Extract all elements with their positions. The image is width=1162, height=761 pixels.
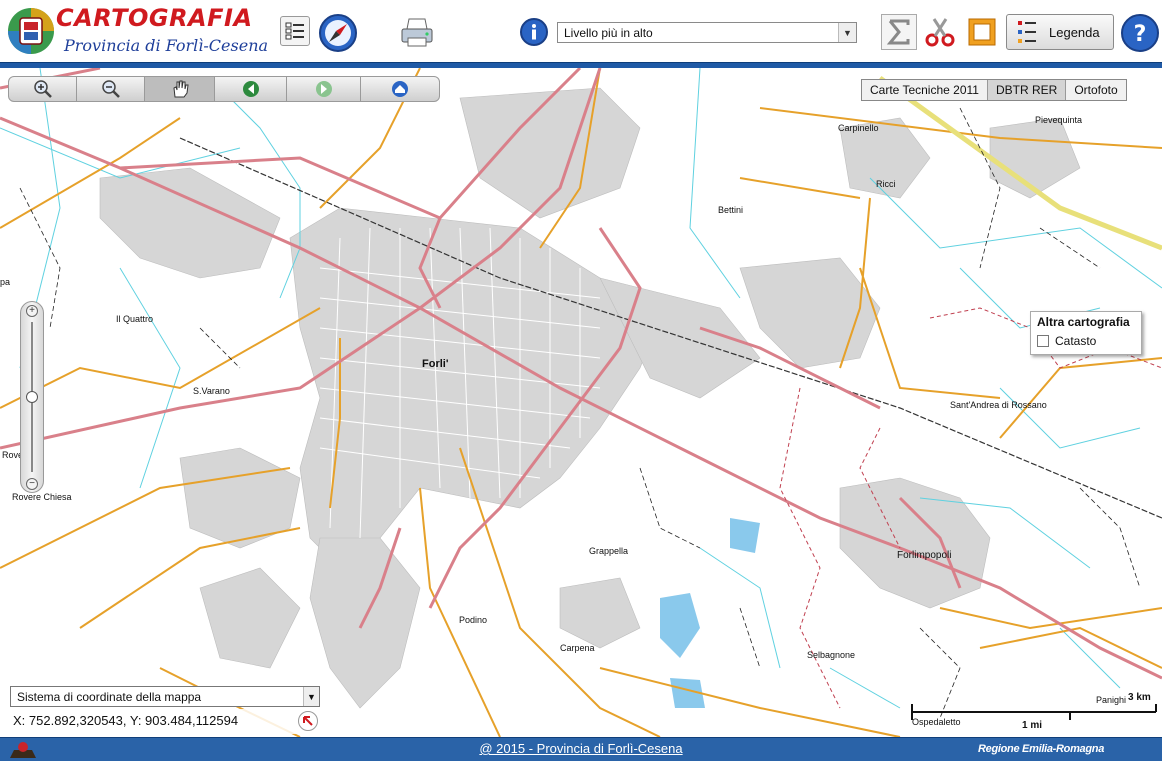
- zoom-out-button[interactable]: [77, 77, 145, 101]
- zoom-out-icon: [101, 80, 120, 98]
- catasto-option[interactable]: Catasto: [1037, 334, 1135, 348]
- back-icon: [242, 81, 259, 97]
- compass-icon: [319, 14, 357, 52]
- place-label: Carpinello: [838, 123, 879, 133]
- svg-text:?: ?: [1134, 22, 1147, 47]
- level-select-value: Livello più in alto: [564, 26, 653, 40]
- place-label: Il Quattro: [116, 314, 154, 324]
- sum-button[interactable]: [881, 14, 917, 50]
- arrow-up-left-icon: [303, 716, 313, 726]
- tab-dbtr-rer[interactable]: DBTR RER: [987, 80, 1067, 100]
- help-button[interactable]: ?: [1119, 12, 1161, 54]
- legend-button[interactable]: Legenda: [1006, 14, 1114, 50]
- scale-mi-label: 1 mi: [1022, 720, 1043, 731]
- coordinate-values: X: 752.892,320543, Y: 903.484,112594: [13, 713, 239, 728]
- map-navigation-toolbar: [8, 76, 440, 102]
- tab-ortofoto[interactable]: Ortofoto: [1066, 80, 1125, 100]
- zoom-handle[interactable]: [26, 391, 38, 403]
- app-title: CARTOGRAFIA: [56, 4, 253, 32]
- pan-hand-icon: [172, 80, 189, 98]
- print-button[interactable]: [398, 14, 436, 52]
- place-label: Bettini: [718, 205, 744, 215]
- coordinate-system-select[interactable]: Sistema di coordinate della mappa ▼: [10, 686, 320, 707]
- place-label: Ricci: [876, 179, 896, 189]
- forward-button[interactable]: [287, 77, 361, 101]
- help-icon: ?: [1121, 14, 1159, 52]
- place-label: Podino: [459, 615, 488, 625]
- app-subtitle: Provincia di Forlì-Cesena: [64, 36, 269, 55]
- sigma-icon: [887, 19, 910, 45]
- header-bar: CARTOGRAFIA Provincia di Forlì-Cesena Li…: [0, 0, 1162, 68]
- basemap-switcher: Carte Tecniche 2011 DBTR RER Ortofoto: [861, 79, 1127, 101]
- footer-bar: @ 2015 - Provincia di Forlì-Cesena Regio…: [0, 737, 1162, 761]
- info-icon: [520, 18, 548, 46]
- level-select[interactable]: Livello più in alto ▼: [557, 22, 857, 43]
- place-label-city: Forli': [422, 358, 449, 370]
- scale-bar: 3 km 1 mi: [910, 692, 1155, 732]
- scale-km-label: 3 km: [1128, 692, 1151, 703]
- chevron-down-icon: ▼: [838, 23, 856, 42]
- catasto-label: Catasto: [1055, 334, 1097, 348]
- other-maps-title: Altra cartografia: [1037, 315, 1130, 329]
- zoom-plus-icon[interactable]: +: [26, 305, 38, 317]
- pan-button[interactable]: [145, 77, 215, 101]
- place-label: Carpena: [560, 643, 595, 653]
- place-label: Grappella: [589, 546, 629, 556]
- coordinate-system-value: Sistema di coordinate della mappa: [17, 690, 202, 704]
- admin-boundaries: [779, 307, 1162, 709]
- province-logo-icon: [8, 8, 54, 54]
- coordinate-reset-button[interactable]: [298, 711, 318, 731]
- place-label: S.Varano: [193, 386, 230, 396]
- chevron-down-icon: ▼: [303, 687, 319, 706]
- back-button[interactable]: [215, 77, 287, 101]
- place-label: pa: [0, 277, 11, 287]
- compass-button[interactable]: [317, 12, 359, 54]
- app-window: CARTOGRAFIA Provincia di Forlì-Cesena Li…: [0, 0, 1162, 761]
- full-extent-button[interactable]: [361, 77, 439, 101]
- other-maps-panel: Altra cartografia Catasto: [1030, 311, 1142, 355]
- place-label: Pievequinta: [1035, 115, 1083, 125]
- frame-icon: [968, 18, 996, 46]
- scissors-icon: [925, 18, 955, 47]
- legend-icon: [1018, 21, 1036, 43]
- zoom-in-icon: [33, 80, 52, 98]
- coordinate-panel: Sistema di coordinate della mappa ▼ X: 7…: [10, 686, 320, 736]
- place-label-city: Forlimpopoli: [897, 550, 952, 561]
- place-label: Sant'Andrea di Rossano: [950, 400, 1047, 410]
- ponds: [660, 518, 760, 708]
- cut-button[interactable]: [922, 14, 958, 50]
- catasto-checkbox[interactable]: [1037, 335, 1049, 347]
- printer-icon: [401, 18, 433, 47]
- coordinate-readout: X: 752.892,320543, Y: 903.484,112594: [10, 709, 320, 734]
- map-viewport[interactable]: Carpinello Pievequinta Ricci Bettini Il …: [0, 68, 1162, 737]
- tab-carte-tecniche[interactable]: Carte Tecniche 2011: [862, 80, 988, 100]
- zoom-minus-icon[interactable]: −: [26, 478, 38, 490]
- legend-button-label: Legenda: [1049, 24, 1100, 40]
- info-button[interactable]: [518, 16, 550, 48]
- region-logo: Regione Emilia-Romagna: [978, 743, 1105, 755]
- layer-list-button[interactable]: [280, 16, 310, 46]
- place-label: Selbagnone: [807, 650, 856, 660]
- zoom-slider[interactable]: + −: [20, 301, 44, 493]
- zoom-in-button[interactable]: [9, 77, 77, 101]
- layer-list-icon: [285, 22, 304, 40]
- place-label: Rovere Chiesa: [12, 492, 72, 502]
- measure-button[interactable]: [964, 14, 1000, 50]
- forward-icon: [315, 81, 332, 97]
- full-extent-icon: [392, 81, 408, 97]
